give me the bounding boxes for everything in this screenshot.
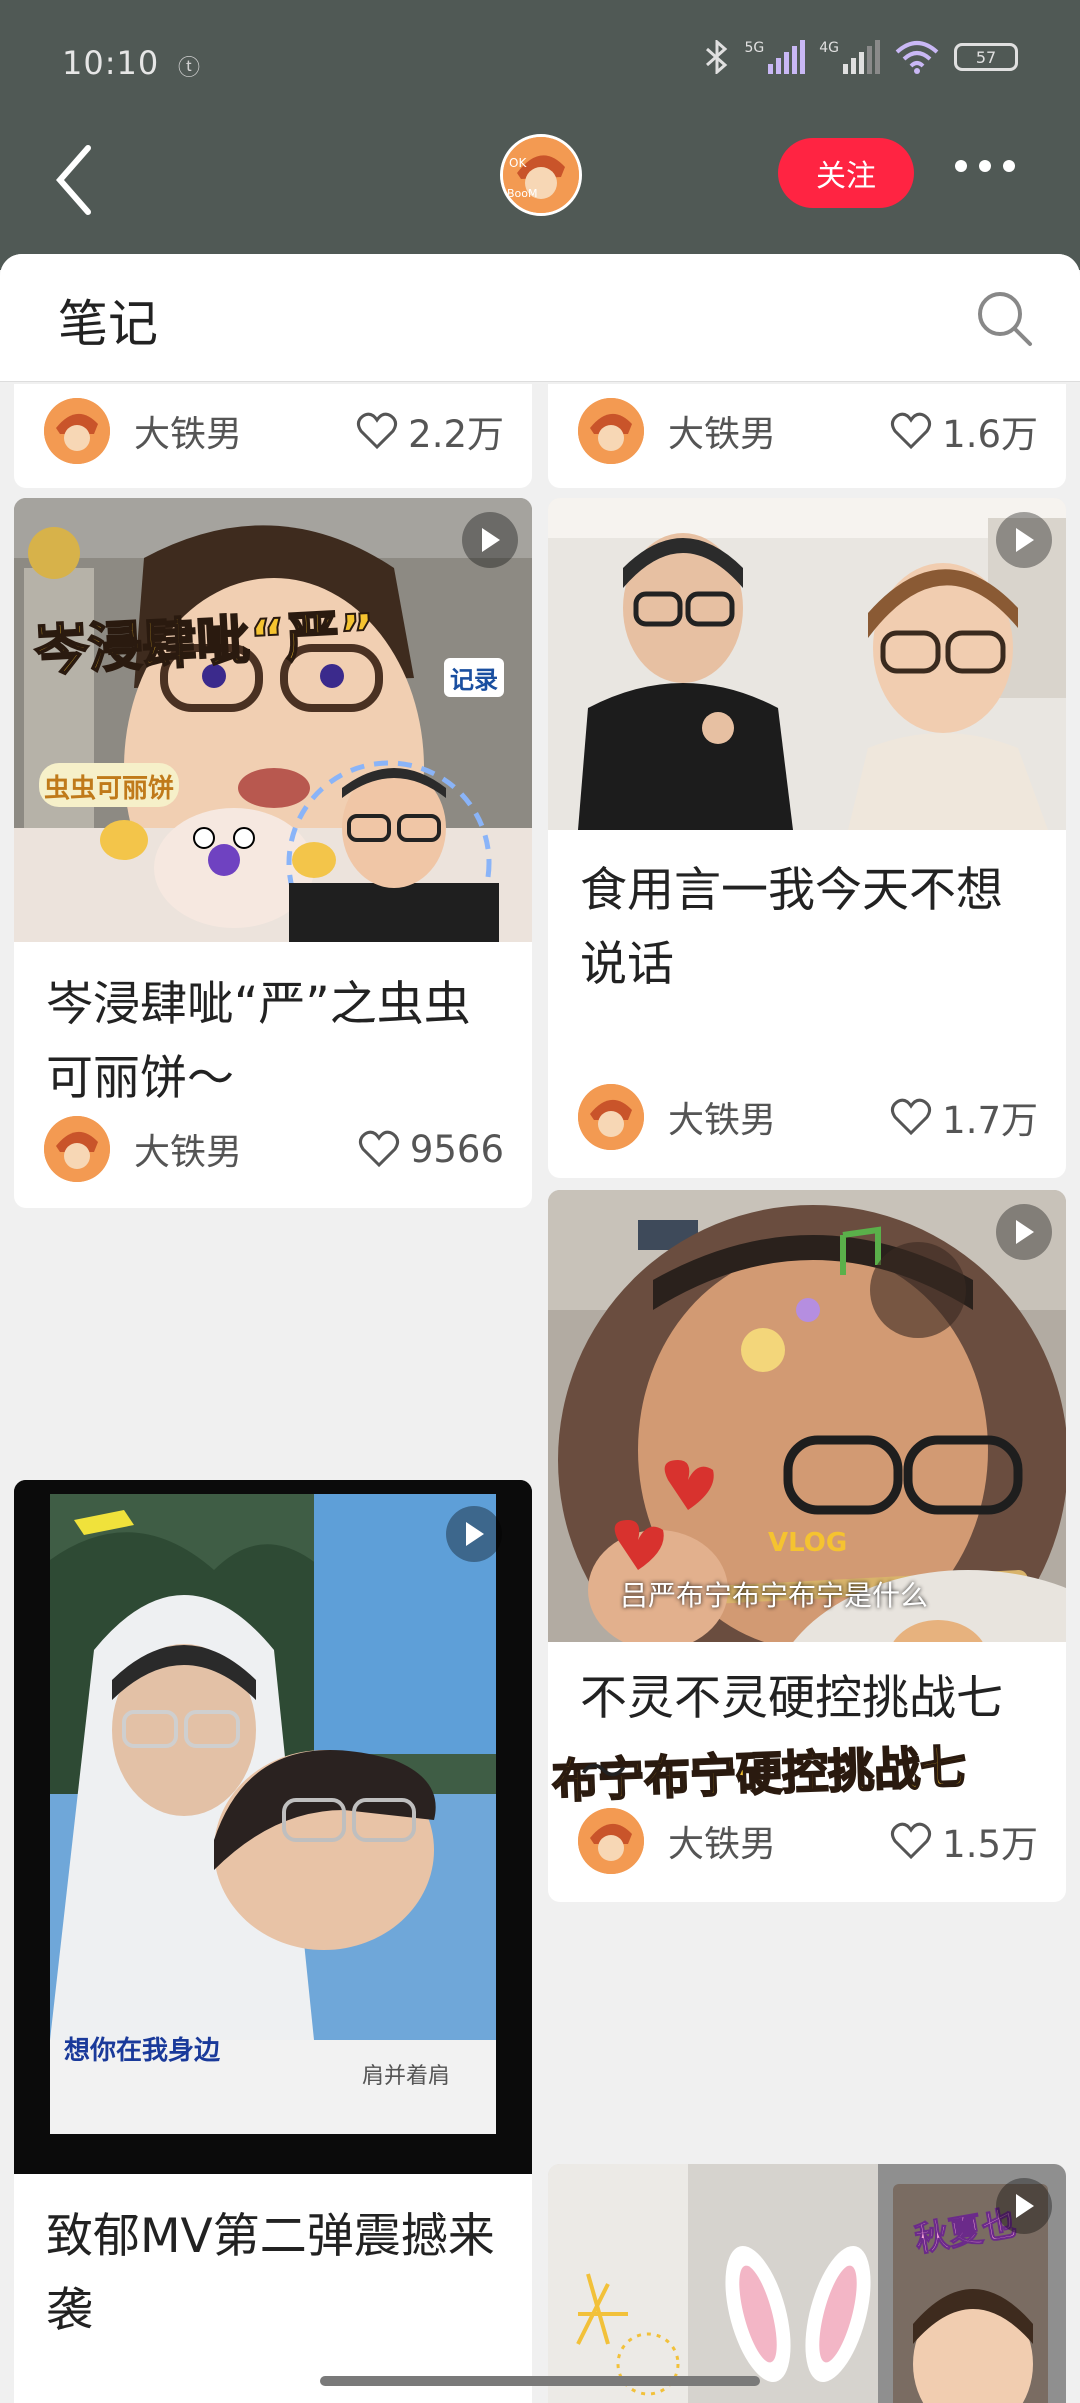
author-name: 大铁男	[134, 414, 243, 455]
play-icon	[996, 512, 1052, 568]
heart-outline-icon[interactable]	[890, 412, 932, 450]
search-icon[interactable]	[974, 288, 1034, 348]
net-5g-label: 5G	[744, 40, 765, 56]
signal-4g-icon	[843, 40, 880, 74]
heart-outline-icon[interactable]	[356, 412, 398, 450]
status-time: 10:10	[62, 44, 160, 82]
note-title: 岑浸肆呲“严”之虫虫可丽饼～	[46, 977, 471, 1106]
note-card[interactable]: 想你在我身边 肩并着肩 致郁MV第二弹震撼来袭	[14, 1480, 532, 2403]
heart-outline-icon[interactable]	[890, 1098, 932, 1136]
cover-caption: 想你在我身边	[64, 2036, 221, 2066]
like-count: 1.5万	[942, 1823, 1038, 1866]
note-cover: 想你在我身边 肩并着肩	[14, 1480, 532, 2174]
battery-icon: 57	[954, 43, 1018, 71]
author-avatar	[578, 398, 644, 464]
author-avatar	[578, 1084, 644, 1150]
like-count: 2.2万	[408, 413, 504, 456]
heart-outline-icon[interactable]	[890, 1822, 932, 1860]
heart-outline-icon[interactable]	[358, 1130, 400, 1168]
back-button[interactable]	[50, 140, 100, 220]
note-card[interactable]: 大铁男 1.6万	[548, 384, 1066, 488]
note-card[interactable]: 食用言一我今天不想说话 大铁男 1.7万	[548, 498, 1066, 1178]
section-title: 笔记	[58, 295, 158, 353]
note-meta: 大铁男 1.7万	[578, 1082, 1038, 1152]
note-title: 食用言一我今天不想说话	[580, 863, 1003, 992]
note-cover: 布宁布宁硬控挑战七 VLOG 吕严布宁布宁布宁是什么	[548, 1190, 1066, 1850]
svg-text:OK: OK	[509, 156, 527, 170]
note-cover: 秋夏也	[548, 2164, 1066, 2403]
home-indicator[interactable]	[320, 2376, 760, 2386]
note-cover	[548, 498, 1066, 830]
note-meta: 大铁男 1.6万	[578, 396, 1038, 466]
author-name: 大铁男	[668, 414, 777, 455]
profile-avatar[interactable]: OK BooM	[500, 134, 582, 216]
play-icon	[446, 1506, 502, 1562]
note-card[interactable]: 岑浸肆呲“严” 虫虫可丽饼 记录 岑浸肆呲“严”之虫虫可丽饼～ 大铁男 9566	[14, 498, 532, 1208]
like-count: 1.6万	[942, 413, 1038, 456]
author-avatar	[578, 1808, 644, 1874]
note-card[interactable]: 秋夏也	[548, 2164, 1066, 2403]
note-title: 致郁MV第二弹震撼来袭	[46, 2209, 495, 2338]
follow-button[interactable]: 关注	[778, 138, 914, 208]
author-avatar	[44, 1116, 110, 1182]
author-avatar	[44, 398, 110, 464]
author-name: 大铁男	[668, 1100, 777, 1141]
signal-5g-icon	[768, 40, 806, 74]
net-4g-label: 4G	[819, 40, 839, 56]
notes-sheet: 笔记 大铁男 2.2万 大铁男 1.6万 岑浸肆呲“严” 虫虫可丽饼 记录 岑浸…	[0, 254, 1080, 2403]
note-meta: 大铁男 9566	[44, 1114, 504, 1184]
note-title: 不灵不灵硬控挑战七～	[580, 1671, 1003, 1800]
status-icons: 5G 4G 57	[704, 40, 1018, 74]
cover-overlay-subtitle: 虫虫可丽饼	[44, 774, 175, 804]
note-meta: 大铁男 1.5万	[578, 1806, 1038, 1876]
cover-overlay-subtitle: VLOG	[768, 1528, 848, 1558]
play-icon	[462, 512, 518, 568]
author-name: 大铁男	[668, 1824, 777, 1865]
more-button[interactable]	[955, 160, 1015, 172]
svg-text:BooM: BooM	[507, 187, 538, 200]
top-bar: 10:10 ⓣ 5G 4G 57 OK BooM 关注	[0, 0, 1080, 270]
note-meta: 大铁男 2.2万	[44, 396, 504, 466]
note-card[interactable]: 大铁男 2.2万	[14, 384, 532, 488]
author-name: 大铁男	[134, 1132, 243, 1173]
cover-overlay-tag: 记录	[444, 658, 504, 697]
like-count: 9566	[409, 1127, 504, 1171]
notification-icon: ⓣ	[178, 56, 201, 81]
cover-caption-2: 肩并着肩	[362, 2064, 451, 2089]
note-cover: 岑浸肆呲“严” 虫虫可丽饼 记录	[14, 498, 532, 966]
section-header: 笔记	[0, 254, 1080, 382]
cover-caption: 吕严布宁布宁布宁是什么	[620, 1579, 929, 1612]
bluetooth-icon	[706, 40, 728, 74]
wifi-icon	[895, 41, 939, 74]
like-count: 1.7万	[942, 1099, 1038, 1142]
note-card[interactable]: 布宁布宁硬控挑战七 VLOG 吕严布宁布宁布宁是什么 不灵不灵硬控挑战七～ 大铁…	[548, 1190, 1066, 1902]
play-icon	[996, 2178, 1052, 2234]
play-icon	[996, 1204, 1052, 1260]
